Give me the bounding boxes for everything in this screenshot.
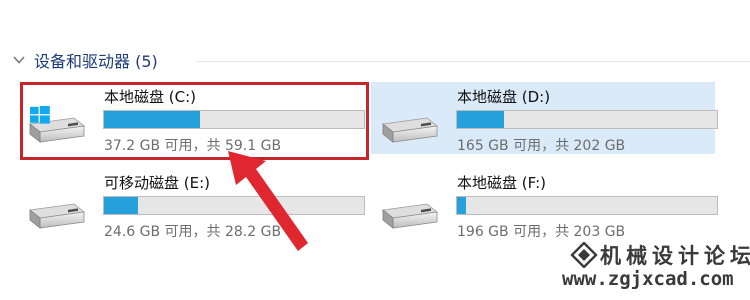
devices-group-header[interactable]: 设备和驱动器 (5) — [12, 49, 158, 71]
hard-drive-icon — [382, 203, 438, 229]
drive-space-info: 37.2 GB 可用，共 59.1 GB — [104, 138, 282, 154]
drive-space-info: 24.6 GB 可用，共 28.2 GB — [104, 224, 282, 240]
removable-drive-icon — [29, 203, 85, 229]
drive-tile-f[interactable]: 本地磁盘 (F:) 196 GB 可用，共 203 GB — [371, 168, 718, 240]
drive-usage-bar — [103, 196, 365, 215]
drive-usage-fill — [104, 111, 201, 128]
drive-tile-d[interactable]: 本地磁盘 (D:) 165 GB 可用，共 202 GB — [371, 82, 718, 154]
drive-usage-fill — [457, 197, 466, 214]
watermark-url: www.zgjxcad.com — [562, 268, 734, 290]
drive-name: 本地磁盘 (D:) — [457, 88, 551, 106]
drive-usage-bar — [456, 196, 718, 215]
drive-usage-fill — [104, 197, 138, 214]
drive-space-info: 165 GB 可用，共 202 GB — [457, 138, 626, 154]
hard-drive-icon — [382, 117, 438, 143]
watermark-title: 机械设计论坛 — [600, 243, 750, 268]
devices-group-title: 设备和驱动器 (5) — [34, 52, 158, 71]
group-divider — [196, 61, 750, 62]
chevron-down-icon[interactable] — [12, 53, 26, 67]
drive-name: 本地磁盘 (C:) — [104, 88, 196, 106]
drive-tile-e[interactable]: 可移动磁盘 (E:) 24.6 GB 可用，共 28.2 GB — [18, 168, 365, 240]
system-drive-icon — [29, 106, 85, 143]
drive-name: 可移动磁盘 (E:) — [104, 174, 211, 192]
drive-usage-bar — [103, 110, 365, 129]
drive-usage-fill — [457, 111, 504, 128]
watermark: 机械设计论坛 www.zgjxcad.com — [556, 238, 750, 294]
forum-logo-icon — [570, 242, 598, 268]
this-pc-devices-view: 设备和驱动器 (5) 本地磁盘 (C:) 37.2 GB 可用，共 59.1 G… — [0, 0, 750, 300]
drive-usage-bar — [456, 110, 718, 129]
drive-tile-c[interactable]: 本地磁盘 (C:) 37.2 GB 可用，共 59.1 GB — [18, 82, 365, 154]
drive-name: 本地磁盘 (F:) — [457, 174, 546, 192]
